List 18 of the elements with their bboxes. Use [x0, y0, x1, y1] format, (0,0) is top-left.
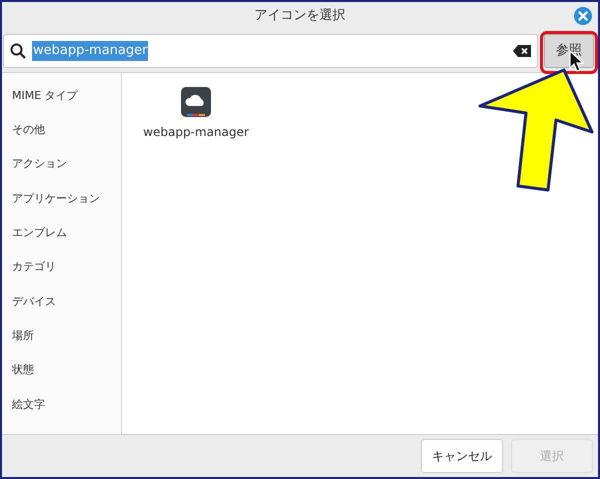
category-item[interactable]: その他: [2, 113, 121, 148]
category-item[interactable]: エンブレム: [2, 216, 121, 250]
category-item[interactable]: 絵文字: [2, 388, 121, 422]
category-item[interactable]: MIME タイプ: [2, 79, 121, 114]
arrow-icon: [476, 68, 596, 194]
window-title: アイコンを選択: [254, 7, 346, 26]
category-item[interactable]: 状態: [2, 353, 121, 388]
category-item[interactable]: アクション: [2, 148, 121, 182]
dialog-button[interactable]: キャンセル: [421, 439, 503, 473]
category-item[interactable]: カテゴリ: [2, 250, 121, 285]
cloud-app-icon[interactable]: [181, 87, 211, 117]
category-item[interactable]: アプリケーション: [2, 182, 121, 216]
search-icon: [10, 43, 26, 59]
clear-icon[interactable]: [513, 45, 531, 57]
category-item[interactable]: 場所: [2, 319, 121, 354]
icon-label: webapp-manager: [143, 124, 249, 141]
category-item[interactable]: デバイス: [2, 284, 121, 320]
close-icon[interactable]: [574, 7, 592, 25]
